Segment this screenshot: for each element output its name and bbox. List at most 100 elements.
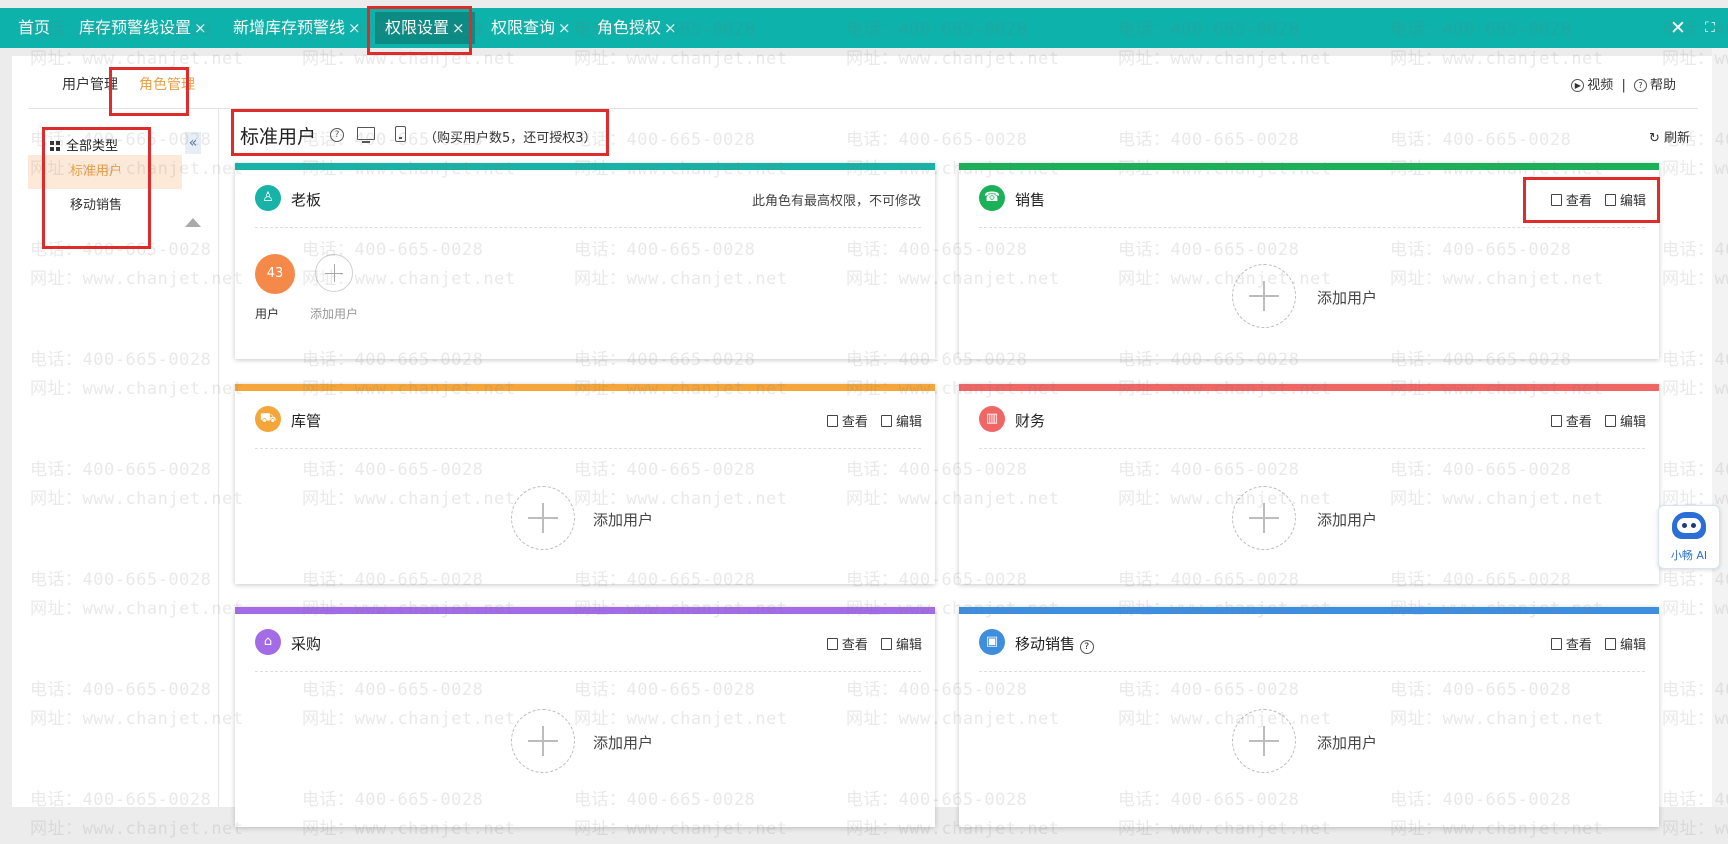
add-user-button[interactable] [1232,709,1296,773]
refresh-button[interactable]: ↻ 刷新 [1649,127,1690,146]
add-user-button[interactable] [511,709,575,773]
role-card-warehouse: ⛟ 库管 查看 编辑 添加用户 [235,384,935,584]
divider [255,671,921,672]
view-button[interactable]: 查看 [1550,638,1592,653]
edit-button[interactable]: 编辑 [1604,415,1646,430]
add-user-button[interactable] [1232,486,1296,550]
card-color-bar [235,384,935,391]
tab-label: 新增库存预警线 [233,18,346,37]
user-label: 用户 [255,307,280,321]
help-link[interactable]: 帮助 [1650,78,1676,93]
edit-label: 编辑 [1619,638,1646,653]
user-count-avatar[interactable]: 43 [255,254,295,294]
role-name: 老板 [291,191,322,209]
close-icon[interactable]: ✕ [1670,8,1686,48]
edit-icon [880,638,892,650]
tab-permission-query[interactable]: 权限查询 × [491,8,571,48]
role-name: 移动销售 ? [1015,633,1094,654]
view-button[interactable]: 查看 [1550,415,1592,430]
question-icon[interactable]: ? [1079,640,1094,654]
close-icon[interactable]: × [348,19,361,37]
scroll-up-arrow[interactable] [185,218,201,227]
person-icon: ♙ [255,185,281,211]
role-name: 采购 [291,635,322,653]
video-link[interactable]: 视频 [1587,78,1613,93]
edit-button[interactable]: 编辑 [880,638,922,653]
tab-home[interactable]: 首页 [18,8,50,48]
card-actions: 查看 编辑 [1542,634,1646,653]
tab-role-authorization[interactable]: 角色授权 × [597,8,677,48]
divider [979,227,1645,228]
edit-label: 编辑 [895,415,922,430]
annotation-box [367,6,472,55]
view-label: 查看 [1565,638,1592,653]
close-icon[interactable]: × [194,19,207,37]
card-actions: 查看 编辑 [1542,411,1646,430]
edit-button[interactable]: 编辑 [1604,638,1646,653]
view-icon [826,415,838,427]
view-icon [826,638,838,650]
ai-assistant-label: 小畅 AI [1670,549,1708,562]
card-color-bar [959,607,1659,614]
card-actions: 查看 编辑 [818,411,922,430]
warehouse-icon: ⌂ [255,629,281,655]
top-tab-bar: 首页 库存预警线设置 × 新增库存预警线 × 权限设置 × 权限查询 × 角色授权 × ✕… [0,8,1728,48]
add-user-button[interactable] [315,254,353,292]
divider [255,227,921,228]
close-icon[interactable]: × [664,19,677,37]
annotation-box [42,127,151,249]
play-icon: ▶ [1571,79,1585,92]
role-card-finance: ▥ 财务 查看 编辑 添加用户 [959,384,1659,584]
add-user-label[interactable]: 添加用户 [593,509,653,530]
fullscreen-icon[interactable]: ⛶ [1705,8,1715,48]
tab-label: 首页 [18,18,51,37]
add-user-label[interactable]: 添加用户 [593,732,653,753]
add-user-label[interactable]: 添加用户 [1317,732,1377,753]
role-name-text: 移动销售 [1015,635,1076,653]
sub-tab-bar: 用户管理 角色管理 ▶ 视频 | ? 帮助 [28,56,1698,109]
view-icon [1550,415,1562,427]
edit-icon [1604,415,1616,427]
separator: | [1621,78,1626,93]
card-color-bar [235,163,935,170]
role-card-boss: ♙ 老板 此角色有最高权限，不可修改 43 用户 添加用户 [235,163,935,359]
tab-stock-alert-settings[interactable]: 库存预警线设置 × [79,8,207,48]
add-user-label[interactable]: 添加用户 [1317,509,1377,530]
close-icon[interactable]: × [558,19,571,37]
main-panel: 用户管理 角色管理 ▶ 视频 | ? 帮助 全部类型 标准用户 移动销售 « 标准用… [12,56,1712,827]
tab-new-stock-alert[interactable]: 新增库存预警线 × [233,8,361,48]
divider [979,448,1645,449]
edit-label: 编辑 [1619,415,1646,430]
add-user-label[interactable]: 添加用户 [1317,287,1377,308]
role-card-purchase: ⌂ 采购 查看 编辑 添加用户 [235,607,935,827]
help-icon: ? [1633,79,1647,92]
tab-label: 角色授权 [597,18,662,37]
edit-label: 编辑 [895,638,922,653]
role-name: 销售 [1015,191,1046,209]
ai-assistant-button[interactable]: 小畅 AI [1658,505,1720,569]
role-name: 财务 [1015,412,1046,430]
edit-icon [880,415,892,427]
add-user-button[interactable] [511,486,575,550]
view-button[interactable]: 查看 [826,415,868,430]
annotation-box [109,67,189,116]
add-user-button[interactable] [1232,264,1296,328]
annotation-box [1523,177,1660,223]
view-button[interactable]: 查看 [826,638,868,653]
collapse-sidebar-button[interactable]: « [185,132,201,154]
card-color-bar [235,607,935,614]
tab-label: 权限查询 [491,18,556,37]
help-area: ▶ 视频 | ? 帮助 [1571,74,1676,93]
refresh-icon: ↻ [1648,131,1660,146]
edit-button[interactable]: 编辑 [880,415,922,430]
card-color-bar [959,384,1659,391]
cart-icon: ⛟ [255,406,281,432]
annotation-box [231,109,609,156]
chart-icon: ▥ [979,406,1005,432]
sales-icon: ☎ [979,185,1005,211]
refresh-label: 刷新 [1663,131,1690,146]
view-icon [1550,638,1562,650]
divider [979,671,1645,672]
add-user-label[interactable]: 添加用户 [310,305,358,322]
role-name: 库管 [291,412,322,430]
